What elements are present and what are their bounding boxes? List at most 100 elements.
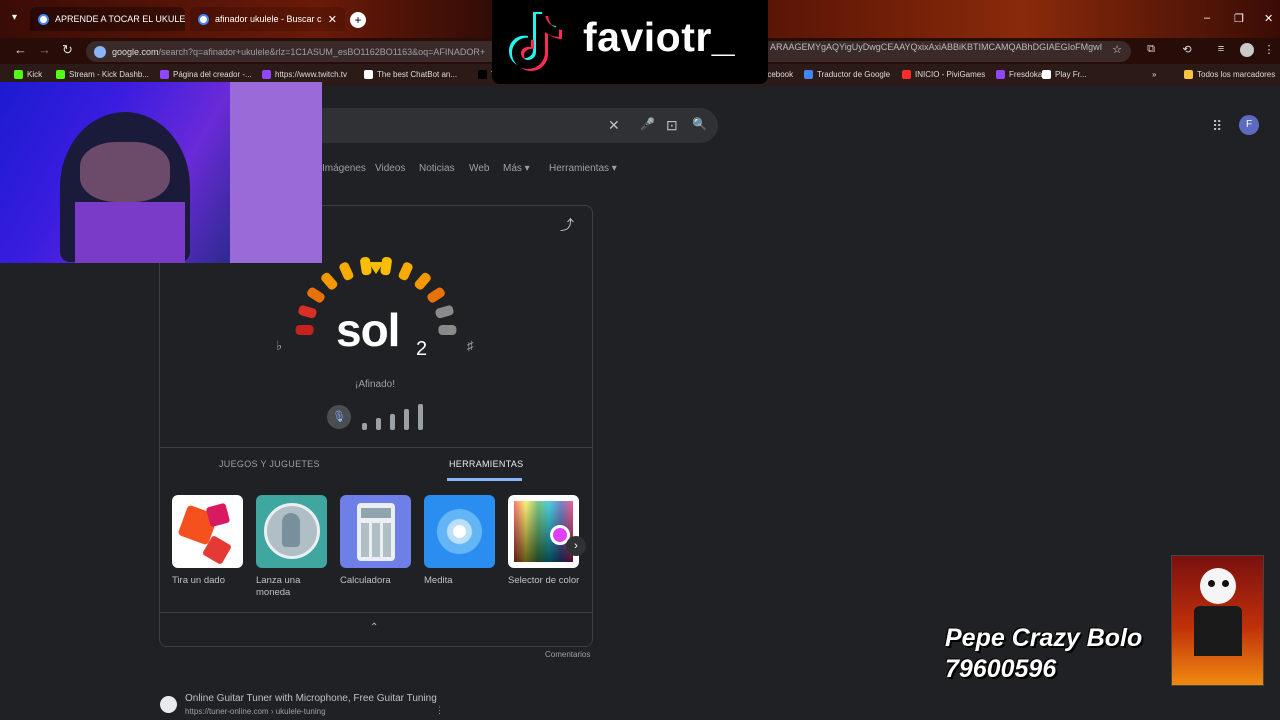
tab-aprende[interactable]: APRENDE A TOCAR EL UKULELE ✕: [30, 7, 185, 31]
share-icon[interactable]: ⤴: [560, 215, 574, 235]
feedback-link[interactable]: Comentarios: [545, 650, 590, 659]
tab-tools[interactable]: HERRAMIENTAS: [449, 459, 523, 469]
meditate-icon: [424, 495, 495, 568]
minimize-icon[interactable]: –: [1204, 12, 1210, 24]
menu-icon[interactable]: ⋮: [1262, 43, 1276, 57]
gauge-tick: [321, 272, 338, 290]
search-input[interactable]: ✕ 🎤 ⊡ 🔍: [260, 108, 718, 143]
new-tab-button[interactable]: +: [350, 12, 366, 28]
extensions-icon[interactable]: ⧉: [1144, 43, 1158, 57]
restore-icon[interactable]: ❐: [1234, 12, 1244, 25]
chevron-right-icon[interactable]: ›: [566, 536, 586, 556]
calculator-icon: [340, 495, 411, 568]
microphone-button[interactable]: 🎙: [327, 405, 351, 429]
bookmark-item[interactable]: Página del creador -...: [160, 70, 252, 79]
sponsor-number: 79600596: [945, 655, 1057, 683]
tool-calculator[interactable]: Calculadora: [340, 495, 412, 587]
bookmark-label: Traductor de Google: [817, 70, 891, 79]
bookmark-item[interactable]: Play Fr...: [1042, 70, 1087, 79]
flat-sign: ♭: [276, 338, 283, 353]
filter-videos[interactable]: Videos: [375, 163, 405, 174]
result-url[interactable]: https://tuner-online.com › ukulele-tunin…: [185, 707, 326, 716]
bookmark-item[interactable]: Kick: [14, 70, 42, 79]
bookmark-item[interactable]: The best ChatBot an...: [364, 70, 457, 79]
filter-news[interactable]: Noticias: [419, 163, 455, 174]
tool-label: Calculadora: [340, 575, 391, 586]
tab-games-and-toys[interactable]: JUEGOS Y JUGUETES: [219, 459, 320, 469]
bookmark-label: Kick: [27, 70, 43, 79]
bookmark-item[interactable]: INICIO - PiviGames: [902, 70, 985, 79]
back-icon[interactable]: ←: [14, 42, 27, 57]
sponsor-logo: [1171, 555, 1264, 686]
gauge-tick: [307, 287, 325, 303]
google-favicon-icon: [38, 13, 49, 25]
tab-afinador[interactable]: afinador ukulele - Buscar c ✕: [190, 7, 345, 31]
result-title[interactable]: Online Guitar Tuner with Microphone, Fre…: [185, 693, 437, 704]
more-options-icon[interactable]: ⋮: [435, 705, 444, 716]
bookmark-item[interactable]: Stream - Kick Dashb...: [56, 70, 149, 79]
bookmark-item[interactable]: https://www.twitch.tv: [262, 70, 347, 79]
level-bar: [376, 418, 381, 430]
media-icon[interactable]: ≡: [1214, 43, 1228, 57]
tool-label: Selector de color: [508, 575, 580, 586]
tuning-status: ¡Afinado!: [355, 379, 396, 390]
forward-icon[interactable]: →: [38, 42, 51, 57]
gauge-tick: [380, 256, 392, 276]
result-favicon-icon: [160, 696, 177, 713]
tab-title: afinador ukulele - Buscar c: [215, 14, 322, 24]
gauge-tick: [414, 272, 431, 290]
site-info-icon[interactable]: [94, 45, 106, 58]
filter-more[interactable]: Más ▾: [503, 163, 530, 174]
filter-images[interactable]: Imágenes: [322, 163, 366, 174]
gauge-tick: [435, 305, 454, 319]
color-picker-icon: [508, 495, 579, 568]
dice-icon: [172, 495, 243, 568]
bookmark-favicon-icon: [56, 70, 65, 79]
sponsor-name: Pepe Crazy Bolo: [945, 624, 1143, 652]
tool-label: Lanza una moneda: [256, 575, 301, 598]
tool-meditate[interactable]: Medita: [424, 495, 496, 587]
bookmark-favicon-icon: [1042, 70, 1051, 79]
apps-grid-icon[interactable]: ⠿: [1212, 118, 1222, 135]
clear-search-icon[interactable]: ✕: [608, 117, 620, 134]
tool-roll-dice[interactable]: Tira un dado: [172, 495, 244, 587]
tiktok-logo-icon: [509, 12, 562, 71]
tool-flip-coin[interactable]: Lanza una moneda: [256, 495, 328, 599]
bookmark-favicon-icon: [262, 70, 271, 79]
tool-label: Tira un dado: [172, 575, 225, 586]
bookmark-label: Todos los marcadores: [1197, 70, 1276, 79]
chevron-up-icon[interactable]: ⌃: [370, 622, 378, 633]
bookmark-favicon-icon: [902, 70, 911, 79]
divider: [159, 612, 593, 613]
bookmark-item[interactable]: Todos los marcadores: [1184, 70, 1275, 79]
bookmark-item[interactable]: Fresdoka: [996, 70, 1042, 79]
voice-search-icon[interactable]: 🎤: [640, 117, 655, 131]
url-host: google.com: [112, 46, 159, 57]
gauge-tick: [398, 262, 413, 281]
close-window-icon[interactable]: ✕: [1264, 12, 1273, 25]
filter-web[interactable]: Web: [469, 163, 489, 174]
close-tab-icon[interactable]: ✕: [322, 13, 337, 26]
search-icon[interactable]: 🔍: [692, 117, 707, 131]
bookmark-label: Play Fr...: [1055, 70, 1087, 79]
tab-search-icon[interactable]: ▾: [12, 12, 17, 23]
user-avatar[interactable]: F: [1239, 115, 1259, 135]
bookmark-favicon-icon: [14, 70, 23, 79]
url-tail: ARAAGEMYgAQYigUyDwgCEAAYQxixAxiABBiKBTIM…: [770, 42, 1103, 52]
filter-tools[interactable]: Herramientas ▾: [549, 163, 617, 174]
reload-icon[interactable]: ↻: [62, 42, 73, 58]
google-favicon-icon: [198, 13, 209, 25]
history-icon[interactable]: ⟲: [1180, 43, 1194, 57]
bookmark-label: https://www.twitch.tv: [275, 70, 348, 79]
bookmark-label: The best ChatBot an...: [377, 70, 458, 79]
bookmark-favicon-icon: [804, 70, 813, 79]
bookmark-item[interactable]: Traductor de Google: [804, 70, 890, 79]
bookmark-star-icon[interactable]: ☆: [1110, 43, 1124, 57]
more-bookmarks-icon[interactable]: »: [1152, 70, 1156, 79]
lens-icon[interactable]: ⊡: [666, 117, 678, 134]
gauge-tick: [360, 256, 372, 276]
tool-label: Medita: [424, 575, 453, 586]
profile-avatar[interactable]: [1240, 43, 1254, 57]
level-bar: [362, 423, 367, 430]
coin-icon: [256, 495, 327, 568]
